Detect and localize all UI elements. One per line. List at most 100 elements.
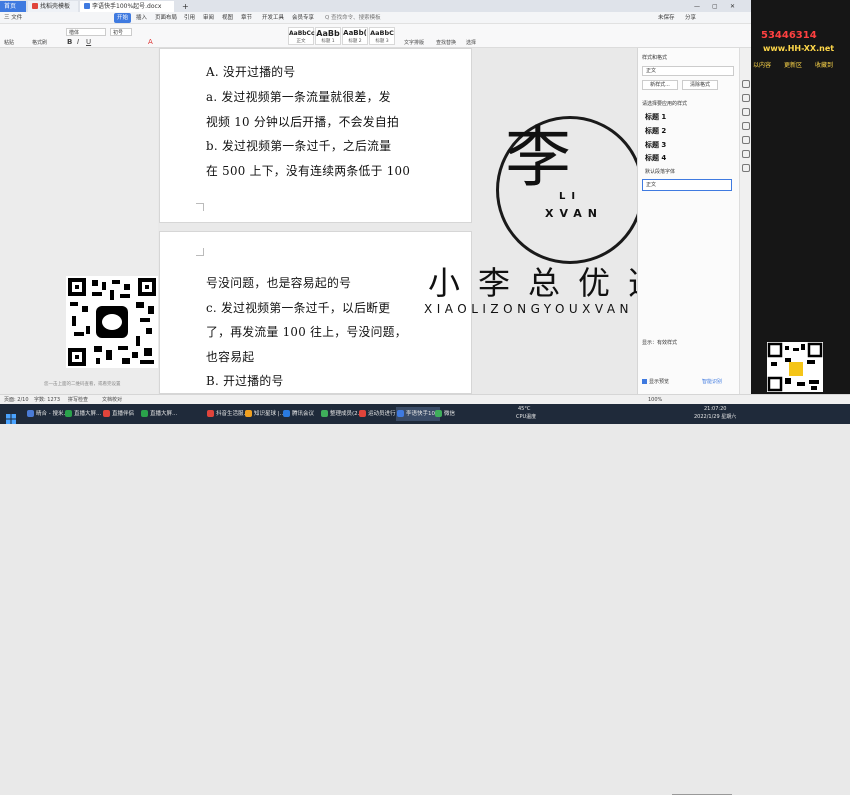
- document-page-1[interactable]: A. 没开过播的号 a. 发过视频第一条流量就很差，发 视频 10 分钟以后开播…: [159, 48, 472, 223]
- style-body[interactable]: AaBbCcDd 正文: [288, 27, 324, 45]
- share-button[interactable]: 分享: [685, 13, 696, 23]
- menu-bar: 三 文件 开始 插入 页面布局 引用 审阅 视图 章节 开发工具 会员专享 Q …: [0, 12, 850, 24]
- style-item-heading3[interactable]: 标题 3: [642, 140, 732, 151]
- select-icon[interactable]: [742, 94, 750, 102]
- menu-view[interactable]: 视图: [222, 13, 233, 23]
- taskbar-app[interactable]: 晴合 - 搜米...: [26, 407, 69, 421]
- tab-document-label: 李语快手100%起号.docx: [92, 3, 162, 10]
- taskbar-app[interactable]: 直播大屏...: [140, 407, 177, 421]
- current-style-select[interactable]: 正文: [642, 66, 734, 76]
- ribbon-toolbar: 粘贴 格式刷 楷体 初号 B I U A AaBbCcDd 正文 AaBb 标题 1…: [0, 24, 850, 48]
- overlay-link: 收藏到: [815, 62, 834, 69]
- paste-button[interactable]: 粘贴: [4, 39, 14, 46]
- app-icon: [245, 410, 252, 417]
- find-replace-button[interactable]: 查找替换: [436, 39, 456, 46]
- bold-button[interactable]: B: [67, 38, 72, 46]
- style-item-heading2[interactable]: 标题 2: [642, 126, 732, 137]
- zoom-level[interactable]: 100%: [648, 396, 662, 404]
- doc-line: B. 开过播的号: [206, 374, 284, 388]
- menu-chapter[interactable]: 章节: [241, 13, 252, 23]
- style-item-heading1[interactable]: 标题 1: [642, 112, 732, 123]
- format-painter-button[interactable]: 格式刷: [32, 39, 47, 46]
- style-item-default-font[interactable]: 默认段落字体: [645, 168, 675, 175]
- style-heading3[interactable]: AaBbC 标题 3: [369, 27, 395, 45]
- select-button[interactable]: 选择: [466, 39, 476, 46]
- taskbar-app-label: 腾讯会议: [292, 411, 315, 417]
- doc-line: b. 发过视频第一条过千，之后流量: [206, 139, 392, 153]
- taskbar-app[interactable]: 整理成员(2...: [320, 407, 363, 421]
- menu-reference[interactable]: 引用: [184, 13, 195, 23]
- logo-text-li: LI: [559, 191, 582, 202]
- menu-member[interactable]: 会员专享: [292, 13, 314, 23]
- tools-icon[interactable]: [742, 122, 750, 130]
- tab-document[interactable]: 李语快手100%起号.docx: [80, 1, 174, 12]
- clear-format-button[interactable]: 清除格式: [682, 80, 718, 90]
- close-button[interactable]: ✕: [726, 1, 739, 12]
- margin-corner: [196, 203, 204, 211]
- settings-icon[interactable]: [742, 136, 750, 144]
- preview-checkbox[interactable]: 显示预览: [642, 378, 669, 385]
- brand-logo-circle: 李 LI XVAN: [496, 116, 644, 264]
- apply-style-label: 请选择要应用的样式: [642, 101, 688, 107]
- font-name-select[interactable]: 楷体: [66, 28, 106, 36]
- app-icon: [65, 410, 72, 417]
- taskbar-app[interactable]: 直播大屏...: [64, 407, 101, 421]
- menu-page-layout[interactable]: 页面布局: [155, 13, 177, 23]
- status-bar: 页面: 2/10 字数: 1273 拼写检查 文档校对 100%: [0, 394, 850, 795]
- app-icon: [27, 410, 34, 417]
- help-icon[interactable]: [742, 164, 750, 172]
- taskbar-app[interactable]: 知识星球 |...: [244, 407, 285, 421]
- new-style-button[interactable]: 新样式...: [642, 80, 678, 90]
- spell-check-button[interactable]: 拼写检查: [68, 396, 88, 404]
- add-tab-button[interactable]: +: [178, 1, 193, 12]
- taskbar-app[interactable]: 微信: [434, 407, 455, 421]
- style-heading2[interactable]: AaBb(标题 2: [342, 27, 368, 45]
- right-sidebar: [739, 48, 751, 394]
- word-count[interactable]: 字数: 1273: [34, 396, 60, 404]
- font-color-button[interactable]: A: [148, 38, 153, 46]
- taskbar-app[interactable]: 直播伴侣: [102, 407, 134, 421]
- menu-insert[interactable]: 插入: [136, 13, 147, 23]
- taskbar-app[interactable]: 抖音生活服...: [206, 407, 249, 421]
- overlay-link: 更新区: [784, 62, 803, 69]
- menu-file[interactable]: 三 文件: [4, 13, 22, 23]
- qr-pattern: [70, 280, 154, 364]
- website-url: www.HH-XX.net: [763, 44, 835, 53]
- shape-icon[interactable]: [742, 108, 750, 116]
- taskbar-app-label: 直播大屏...: [150, 411, 178, 417]
- taskbar-app-label: 直播大屏...: [74, 411, 102, 417]
- menu-start[interactable]: 开始: [114, 13, 132, 23]
- taskbar-app[interactable]: 腾讯会议: [282, 407, 314, 421]
- share-icon[interactable]: [742, 150, 750, 158]
- menu-dev-tools[interactable]: 开发工具: [262, 13, 284, 23]
- style-icon[interactable]: [742, 80, 750, 88]
- style-heading2-label: 标题 2: [348, 39, 362, 44]
- taskbar-app[interactable]: 运动员进行...: [358, 407, 401, 421]
- template-icon: [32, 3, 38, 9]
- tab-template[interactable]: 找稻壳模板: [28, 1, 78, 12]
- command-search[interactable]: Q 查找命令、搜索模板: [325, 13, 381, 23]
- checkbox-icon: [642, 379, 647, 384]
- text-layout-button[interactable]: 文字排版: [404, 39, 424, 46]
- doc-verify-button[interactable]: 文档校对: [102, 396, 122, 404]
- font-size-select[interactable]: 初号: [110, 28, 132, 36]
- doc-line: 视频 10 分钟以后开播，不会发自拍: [206, 115, 400, 129]
- underline-button[interactable]: U: [86, 38, 91, 46]
- style-item-body[interactable]: 正文: [642, 179, 732, 191]
- brand-name-en: XIAOLIZONGYOUXVAN: [424, 302, 634, 316]
- windows-start-icon[interactable]: [6, 409, 16, 424]
- minimize-button[interactable]: —: [690, 1, 704, 12]
- italic-button[interactable]: I: [77, 38, 79, 46]
- style-heading1-label: 标题 1: [321, 39, 335, 44]
- doc-line: a. 发过视频第一条流量就很差，发: [206, 90, 391, 104]
- margin-corner: [196, 248, 204, 256]
- maximize-button[interactable]: ▢: [708, 1, 722, 12]
- tab-home[interactable]: 首页: [0, 1, 26, 12]
- doc-line: 在 500 上下，没有连续两条低于 100: [206, 164, 411, 178]
- page-indicator[interactable]: 页面: 2/10: [4, 396, 29, 404]
- menu-review[interactable]: 审阅: [203, 13, 214, 23]
- style-item-heading4[interactable]: 标题 4: [642, 153, 732, 164]
- style-heading1[interactable]: AaBb 标题 1: [315, 27, 341, 45]
- show-filter-label[interactable]: 显示：有效样式: [642, 339, 677, 346]
- smart-recognize-button[interactable]: 智能识别: [702, 378, 722, 385]
